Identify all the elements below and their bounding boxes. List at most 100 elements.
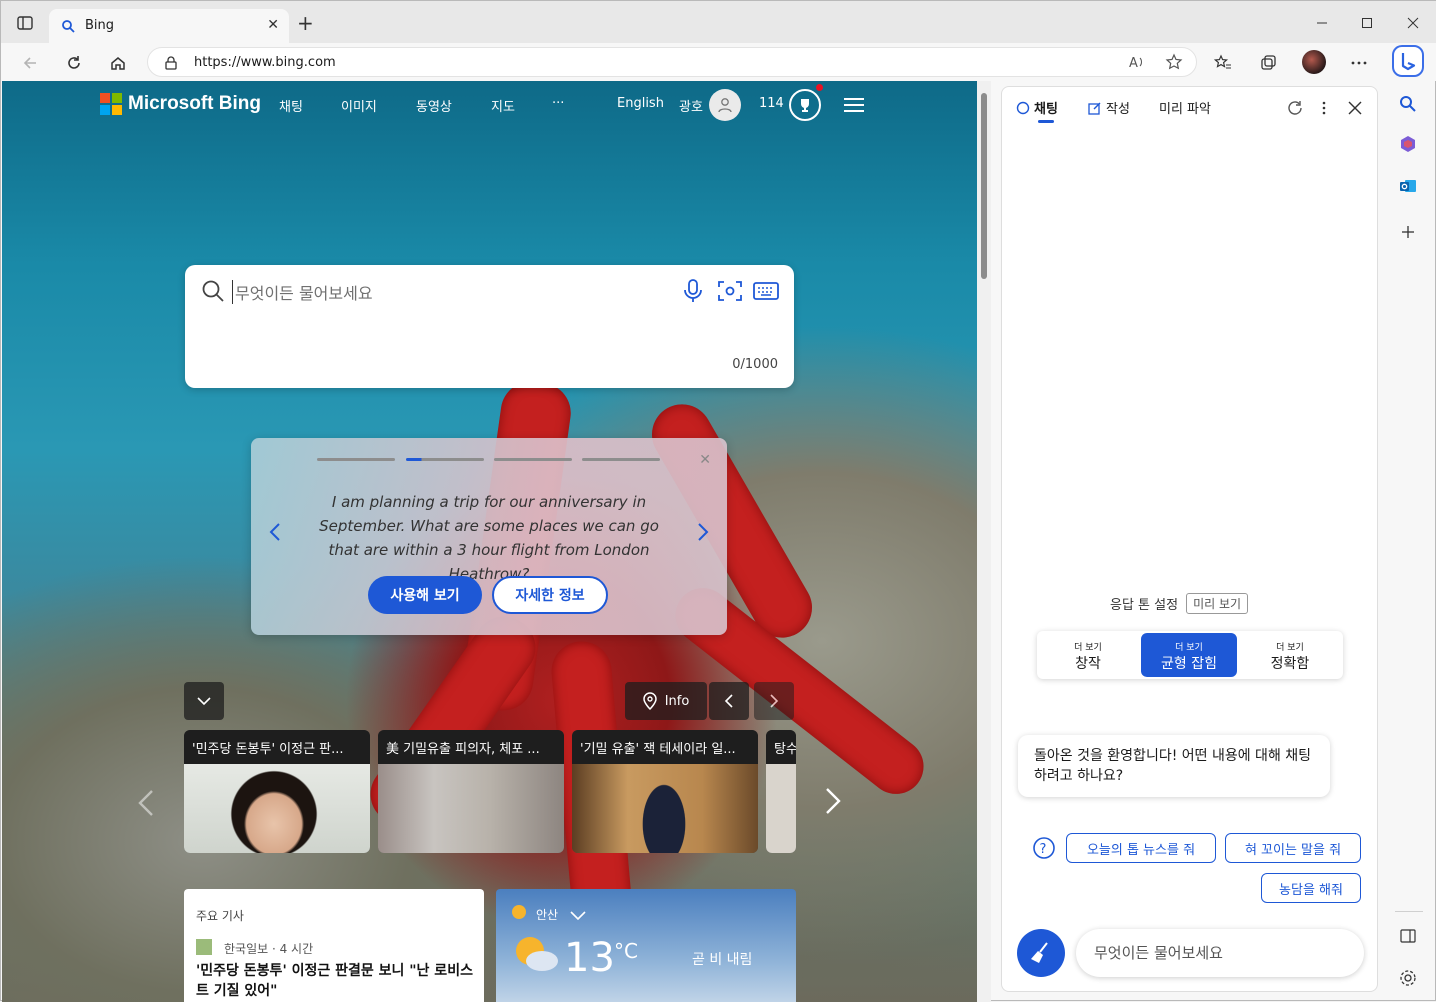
preview-badge: 미리 보기 <box>1186 593 1249 614</box>
news-card-image <box>378 764 564 853</box>
learn-more-button[interactable]: 자세한 정보 <box>492 576 608 614</box>
nav-videos[interactable]: 동영상 <box>416 96 452 115</box>
url-text[interactable]: https://www.bing.com <box>194 55 336 70</box>
favorites-icon[interactable] <box>1211 51 1235 75</box>
profile-avatar[interactable] <box>1302 50 1326 74</box>
search-input[interactable]: 무엇이든 물어보세요 <box>232 280 373 304</box>
tab-chat-label: 채팅 <box>1034 102 1058 117</box>
new-tab-icon[interactable]: + <box>297 13 314 33</box>
carousel-next-icon[interactable] <box>697 522 709 546</box>
new-topic-broom-button[interactable] <box>1017 929 1065 977</box>
minimize-icon[interactable] <box>1299 9 1345 37</box>
maximize-icon[interactable] <box>1344 9 1390 37</box>
tone-more-label: 더 보기 <box>1074 643 1102 653</box>
news-card-title[interactable]: 탕수 <box>766 730 796 764</box>
rewards-trophy-icon[interactable] <box>789 89 821 121</box>
rewards-points[interactable]: 114 <box>759 96 784 111</box>
read-aloud-icon[interactable]: A <box>1128 53 1146 75</box>
close-window-icon[interactable] <box>1390 9 1436 37</box>
workspaces-icon[interactable] <box>15 13 35 33</box>
back-icon[interactable] <box>16 49 44 77</box>
nav-chat[interactable]: 채팅 <box>279 96 303 115</box>
svg-text:A: A <box>1129 56 1138 71</box>
side-panel-tabs: 채팅 작성 미리 파악 <box>1002 87 1377 129</box>
news-card[interactable]: 美 기밀유출 피의자, 체포 ... <box>378 730 564 853</box>
search-rail-icon[interactable] <box>1393 89 1423 119</box>
news-card[interactable]: 탕수 <box>766 730 796 853</box>
top-story-headline[interactable]: '민주당 돈봉투' 이정근 판결문 보니 "난 로비스트 기질 있어" <box>196 961 476 1001</box>
tab-chat[interactable]: 채팅 <box>1016 98 1058 117</box>
news-card[interactable]: '민주당 돈봉투' 이정근 판... <box>184 730 370 853</box>
settings-gear-icon[interactable] <box>1393 963 1423 993</box>
tab-compose[interactable]: 작성 <box>1088 98 1130 117</box>
nav-more[interactable]: ··· <box>552 96 564 111</box>
close-tab-icon[interactable]: ✕ <box>267 17 279 33</box>
nav-images[interactable]: 이미지 <box>341 96 377 115</box>
chat-icon <box>1016 101 1030 114</box>
news-card-title[interactable]: '민주당 돈봉투' 이정근 판... <box>184 730 370 764</box>
page-scrollbar[interactable] <box>977 81 991 1002</box>
weather-forecast[interactable]: 곧 비 내림 <box>692 949 752 969</box>
help-icon[interactable]: ? <box>1032 836 1056 864</box>
more-menu-icon[interactable] <box>1347 51 1371 75</box>
news-card-title[interactable]: 美 기밀유출 피의자, 체포 ... <box>378 730 564 764</box>
lock-icon[interactable] <box>164 55 178 74</box>
hamburger-menu-icon[interactable] <box>844 97 864 117</box>
suggestion-top-news[interactable]: 오늘의 톱 뉴스를 줘 <box>1066 833 1216 863</box>
microphone-icon[interactable] <box>683 279 703 307</box>
tab-bing[interactable]: Bing ✕ <box>49 9 289 43</box>
suggestion-tongue-twister[interactable]: 혀 꼬이는 말을 줘 <box>1225 833 1361 863</box>
outlook-rail-icon[interactable] <box>1393 171 1423 201</box>
visual-search-icon[interactable] <box>717 279 743 307</box>
collapse-feed-button[interactable] <box>184 682 224 720</box>
bing-logo[interactable]: Microsoft Bing <box>100 93 261 115</box>
weather-location[interactable]: 안산 <box>536 906 558 923</box>
scrollbar-thumb[interactable] <box>981 93 987 279</box>
profile-icon[interactable] <box>709 89 741 121</box>
language-link[interactable]: English <box>617 96 664 111</box>
carousel-progress[interactable] <box>317 458 395 461</box>
carousel-progress[interactable] <box>494 458 572 461</box>
nav-maps[interactable]: 지도 <box>491 96 515 115</box>
address-bar[interactable]: https://www.bing.com A <box>147 47 1197 77</box>
bg-prev-button[interactable] <box>709 682 749 720</box>
refresh-icon[interactable] <box>60 49 88 77</box>
news-card-title[interactable]: '기밀 유출' 잭 테세이라 일... <box>572 730 758 764</box>
toolbar: https://www.bing.com A <box>1 43 1436 81</box>
home-icon[interactable] <box>104 49 132 77</box>
info-button[interactable]: Info <box>625 682 707 720</box>
tone-precise[interactable]: 더 보기 정확함 <box>1242 633 1338 677</box>
location-dropdown-icon[interactable] <box>570 906 586 925</box>
chat-promo-carousel: ✕ I am planning a trip for our anniversa… <box>251 438 727 635</box>
try-it-button[interactable]: 사용해 보기 <box>368 576 482 614</box>
panel-more-icon[interactable] <box>1321 99 1327 121</box>
add-rail-icon[interactable] <box>1393 217 1423 247</box>
keyboard-icon[interactable] <box>753 281 779 305</box>
carousel-progress-active[interactable] <box>406 458 484 461</box>
location-pin-icon <box>642 692 657 710</box>
user-name[interactable]: 광호 <box>679 96 703 115</box>
news-prev-icon[interactable] <box>138 789 154 821</box>
tone-balanced[interactable]: 더 보기 균형 잡힘 <box>1141 633 1237 677</box>
collections-icon[interactable] <box>1256 51 1280 75</box>
hide-sidebar-icon[interactable] <box>1393 921 1423 951</box>
carousel-prev-icon[interactable] <box>269 522 281 546</box>
weather-small-icon <box>512 905 526 919</box>
bing-copilot-button[interactable] <box>1392 45 1424 77</box>
top-stories-card[interactable]: 주요 기사 한국일보 · 4 시간 '민주당 돈봉투' 이정근 판결문 보니 "… <box>184 889 484 1002</box>
news-next-icon[interactable] <box>825 787 841 819</box>
refresh-chat-icon[interactable] <box>1286 99 1304 121</box>
chat-input[interactable]: 무엇이든 물어보세요 <box>1076 929 1364 977</box>
news-card[interactable]: '기밀 유출' 잭 테세이라 일... <box>572 730 758 853</box>
tone-creative[interactable]: 더 보기 창작 <box>1040 633 1136 677</box>
add-favorite-icon[interactable] <box>1165 53 1183 75</box>
carousel-progress[interactable] <box>582 458 660 461</box>
suggestion-joke[interactable]: 농담을 해줘 <box>1261 873 1361 903</box>
close-panel-icon[interactable] <box>1348 100 1362 119</box>
search-box[interactable]: 무엇이든 물어보세요 0/1000 <box>185 265 794 388</box>
weather-card[interactable]: 안산 13 °C 곧 비 내림 <box>496 889 796 1002</box>
close-promo-icon[interactable]: ✕ <box>699 452 711 468</box>
tab-insights[interactable]: 미리 파악 <box>1159 98 1211 117</box>
office-rail-icon[interactable] <box>1393 129 1423 159</box>
bg-next-button[interactable] <box>754 682 794 720</box>
